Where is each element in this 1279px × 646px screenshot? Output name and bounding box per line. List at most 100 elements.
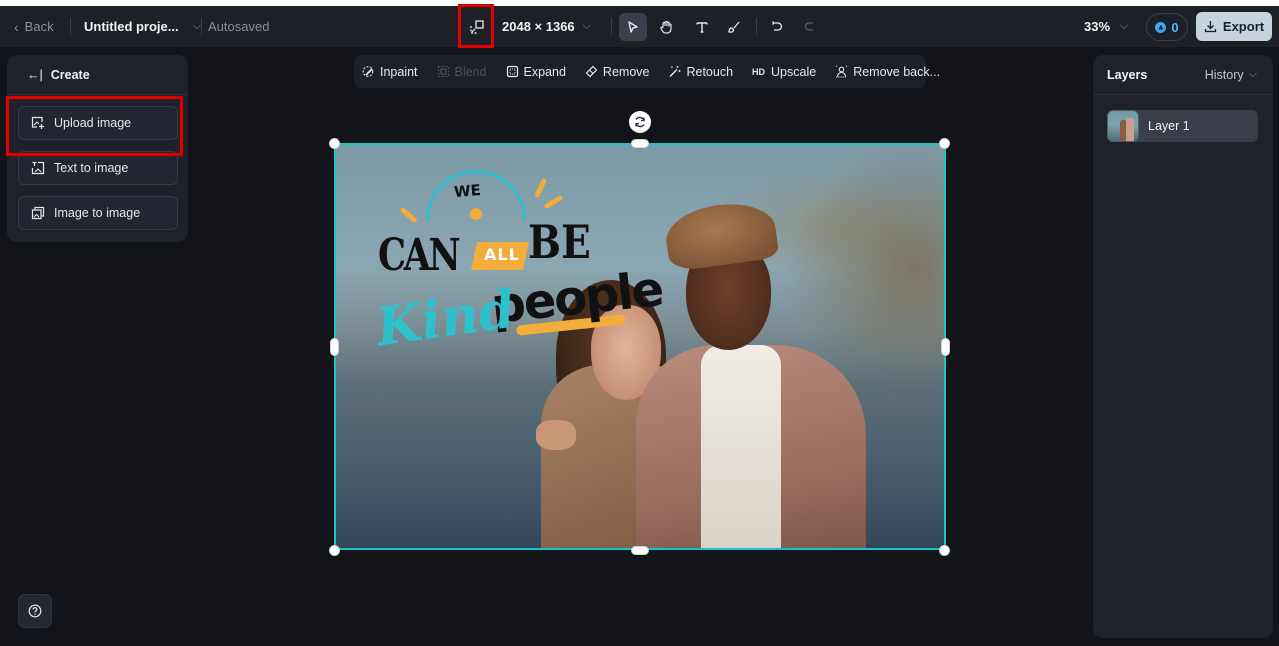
history-label: History <box>1204 67 1244 82</box>
blend-label: Blend <box>454 64 487 79</box>
expand-button[interactable]: Expand <box>506 65 566 79</box>
zoom-dropdown[interactable]: 33% ⌵ <box>1084 6 1128 47</box>
resize-handle-bottom-left[interactable] <box>329 545 340 556</box>
inpaint-label: Inpaint <box>380 64 418 79</box>
quote-ray-decoration <box>534 177 547 199</box>
remove-label: Remove <box>602 64 650 79</box>
quote-artwork: WE CAN ALL BE people Kind <box>366 170 665 360</box>
chevron-down-icon: ⌵ <box>192 20 201 32</box>
hand-icon <box>660 20 672 34</box>
text-tool-button[interactable] <box>688 13 716 41</box>
create-title: Create <box>50 67 90 82</box>
retouch-label: Retouch <box>686 64 734 79</box>
chevron-down-icon: ⌵ <box>582 20 591 32</box>
project-name-dropdown[interactable]: Untitled proje... ⌵ <box>84 6 201 47</box>
quote-word-all: ALL <box>484 245 520 264</box>
eraser-icon <box>585 65 598 78</box>
resize-handle-bottom[interactable] <box>631 546 649 555</box>
image-to-image-label: Image to image <box>54 206 141 220</box>
help-button[interactable] <box>18 594 52 628</box>
remove-button[interactable]: Remove <box>585 64 650 79</box>
resize-handle-left[interactable] <box>330 338 339 356</box>
save-status: Autosaved <box>208 19 270 34</box>
quote-sun-decoration <box>470 208 482 220</box>
upload-image-button[interactable]: Upload image <box>18 106 178 140</box>
text-to-image-label: Text to image <box>54 161 129 175</box>
back-label: Back <box>24 19 54 34</box>
held-hands <box>536 420 576 450</box>
quote-word-be: BE <box>528 215 591 269</box>
layer-name: Layer 1 <box>1148 119 1190 133</box>
undo-icon <box>772 21 783 31</box>
select-tool-button[interactable] <box>619 13 647 41</box>
image-to-image-button[interactable]: Image to image <box>18 196 178 230</box>
upscale-label: Upscale <box>771 64 817 79</box>
layers-panel-header: Layers History ⌵ <box>1093 55 1273 95</box>
canvas-image-layer[interactable]: WE CAN ALL BE people Kind <box>334 143 946 550</box>
export-button[interactable]: Export <box>1196 12 1272 41</box>
blend-icon <box>437 65 450 78</box>
divider <box>756 18 757 35</box>
hand-tool-button[interactable] <box>652 13 680 41</box>
app-window: ‹ Back Untitled proje... ⌵ Autosaved 204… <box>0 4 1279 646</box>
resize-handle-top[interactable] <box>631 139 649 148</box>
remove-background-button[interactable]: Remove back... <box>835 65 940 79</box>
credits-button[interactable]: 0 <box>1146 13 1188 41</box>
remove-background-icon <box>835 65 848 78</box>
upscale-button[interactable]: HD Upscale <box>752 65 816 79</box>
project-name: Untitled proje... <box>84 19 179 34</box>
quote-ray-decoration <box>543 194 564 210</box>
undo-button[interactable] <box>763 13 791 41</box>
download-icon <box>1204 21 1217 33</box>
layers-tab[interactable]: Layers <box>1107 68 1147 82</box>
text-to-image-icon <box>31 161 45 175</box>
resize-handle-top-left[interactable] <box>329 138 340 149</box>
help-question-icon <box>28 604 42 618</box>
layer-thumbnail <box>1107 110 1139 142</box>
blend-button[interactable]: Blend <box>437 65 487 79</box>
resize-icon <box>470 19 484 34</box>
rotate-handle[interactable] <box>629 111 651 133</box>
chevron-down-icon: ⌵ <box>1120 20 1129 32</box>
canvas-size: 2048 × 1366 <box>502 19 575 34</box>
chevron-down-icon: ⌵ <box>1248 68 1257 80</box>
zoom-level: 33% <box>1084 19 1111 34</box>
upload-image-label: Upload image <box>54 116 132 130</box>
layer-item[interactable]: Layer 1 <box>1107 110 1258 142</box>
rotate-icon <box>635 116 645 128</box>
history-dropdown[interactable]: History ⌵ <box>1205 68 1257 82</box>
redo-button[interactable] <box>796 13 824 41</box>
divider <box>70 18 71 35</box>
quote-word-we: WE <box>453 180 482 202</box>
redo-icon <box>804 22 813 31</box>
magic-wand-icon <box>668 65 681 78</box>
create-panel-header[interactable]: ←| Create <box>7 55 188 95</box>
quote-word-can: CAN <box>378 230 461 281</box>
export-label: Export <box>1222 19 1265 34</box>
top-toolbar: ‹ Back Untitled proje... ⌵ Autosaved 204… <box>0 6 1279 47</box>
canvas-size-dropdown[interactable]: 2048 × 1366 ⌵ <box>502 6 591 47</box>
resize-handle-bottom-right[interactable] <box>939 545 950 556</box>
resize-canvas-button[interactable] <box>466 6 488 47</box>
inpaint-button[interactable]: Inpaint <box>362 65 418 79</box>
ai-tools-bar: Inpaint Blend Expand Remove Retouch HD U… <box>354 55 940 88</box>
credit-icon <box>1155 21 1167 33</box>
quote-ray-decoration <box>399 206 418 224</box>
create-panel: ←| Create Upload image Text to image Ima… <box>7 55 188 242</box>
resize-handle-top-right[interactable] <box>939 138 950 149</box>
person-right-shirt <box>701 345 781 548</box>
upload-image-icon <box>31 116 45 130</box>
divider <box>201 18 202 35</box>
text-to-image-button[interactable]: Text to image <box>18 151 178 185</box>
resize-handle-right[interactable] <box>941 338 950 356</box>
collapse-left-icon: ←| <box>27 67 43 82</box>
retouch-button[interactable]: Retouch <box>668 65 733 79</box>
credits-count: 0 <box>1171 19 1179 35</box>
remove-background-label: Remove back... <box>853 64 941 79</box>
expand-label: Expand <box>523 64 566 79</box>
image-to-image-icon <box>31 206 45 220</box>
back-button[interactable]: ‹ Back <box>14 6 54 47</box>
brush-icon <box>728 21 740 33</box>
expand-icon <box>506 65 519 78</box>
brush-tool-button[interactable] <box>720 13 748 41</box>
